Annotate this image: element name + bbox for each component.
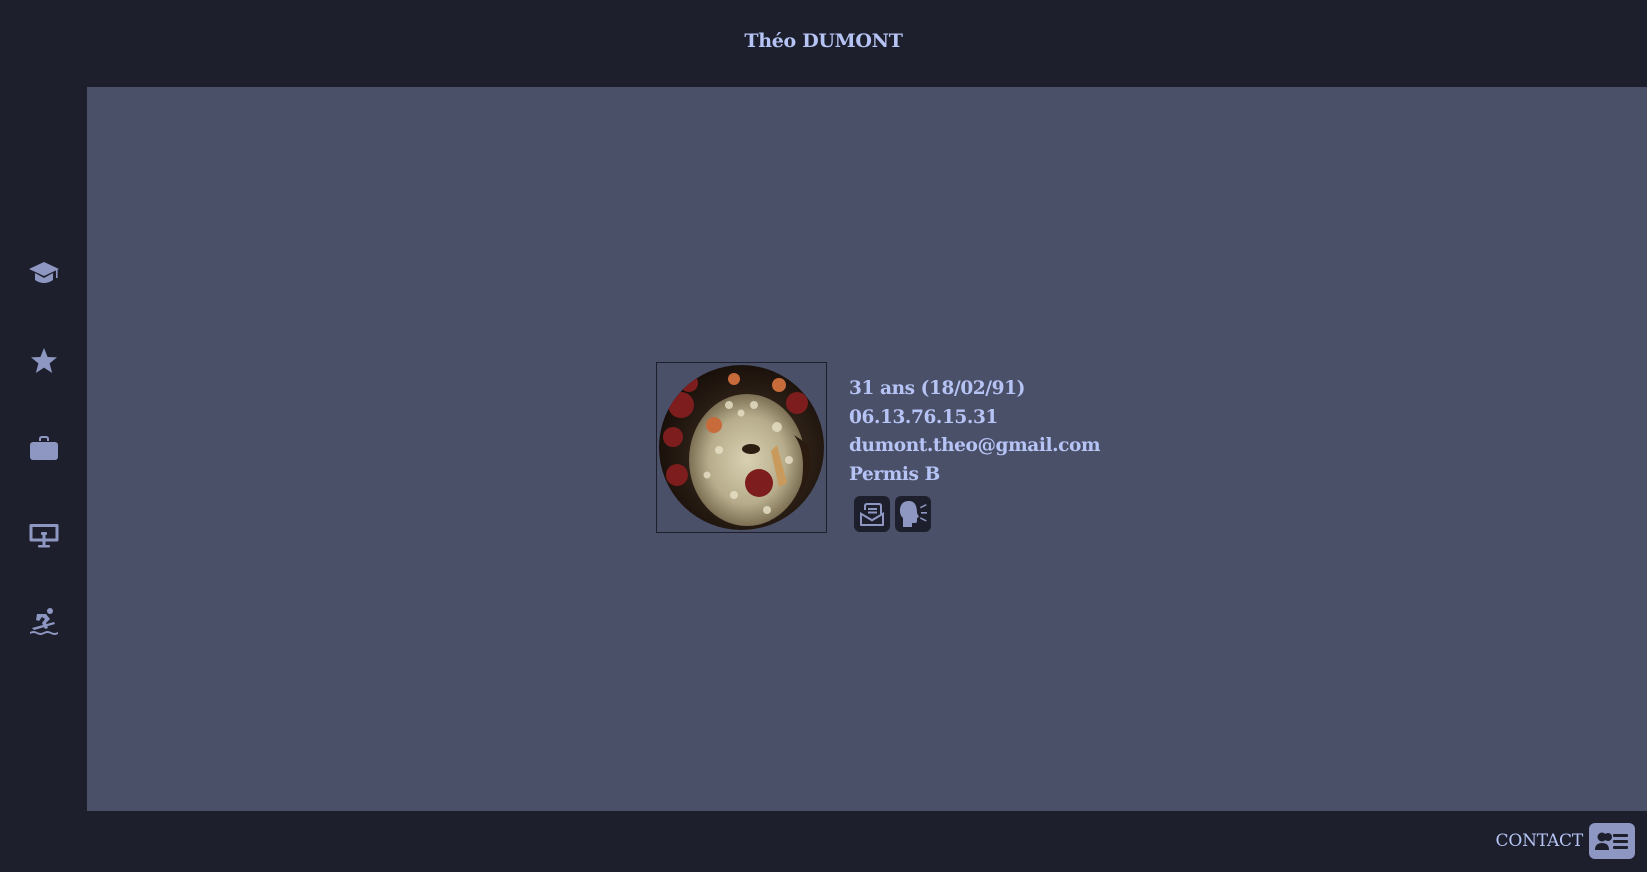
graduation-cap-icon — [29, 262, 59, 283]
profile-license: Permis B — [849, 463, 940, 485]
profile-email: dumont.theo@gmail.com — [849, 435, 1101, 456]
speaking-head-icon — [899, 501, 927, 527]
mail-badge[interactable] — [854, 496, 890, 532]
sidebar-item-competences[interactable] — [24, 341, 64, 381]
contact-label: CONTACT — [1495, 831, 1584, 851]
profile-phone: 06.13.76.15.31 — [849, 406, 998, 428]
sidebar-item-experience[interactable] — [24, 428, 64, 468]
surfing-icon — [30, 608, 58, 635]
sidebar-item-loisirs[interactable] — [24, 602, 64, 642]
sidebar-nav — [0, 87, 87, 811]
star-icon — [31, 348, 57, 373]
profile-photo-frame — [656, 362, 827, 533]
briefcase-icon — [30, 436, 58, 460]
language-badge[interactable] — [895, 496, 931, 532]
profile-badges — [854, 496, 931, 532]
footer: CONTACT — [0, 811, 1647, 872]
profile-photo — [659, 365, 824, 530]
main-content: 31 ans (18/02/91) 06.13.76.15.31 dumont.… — [87, 87, 1647, 811]
contact-icon-button[interactable] — [1589, 823, 1635, 859]
profile-age: 31 ans (18/02/91) — [849, 378, 1025, 399]
sidebar-item-formation[interactable] — [24, 254, 64, 294]
mail-envelope-icon — [860, 503, 884, 526]
desktop-icon — [29, 524, 59, 548]
header: Théo DUMONT — [0, 0, 1647, 87]
sidebar-item-projets[interactable] — [24, 515, 64, 555]
address-card-icon — [1595, 832, 1628, 850]
profile-info: 31 ans (18/02/91) 06.13.76.15.31 dumont.… — [849, 375, 1101, 489]
contact-button[interactable]: CONTACT — [1496, 823, 1635, 859]
page-title: Théo DUMONT — [744, 30, 903, 52]
